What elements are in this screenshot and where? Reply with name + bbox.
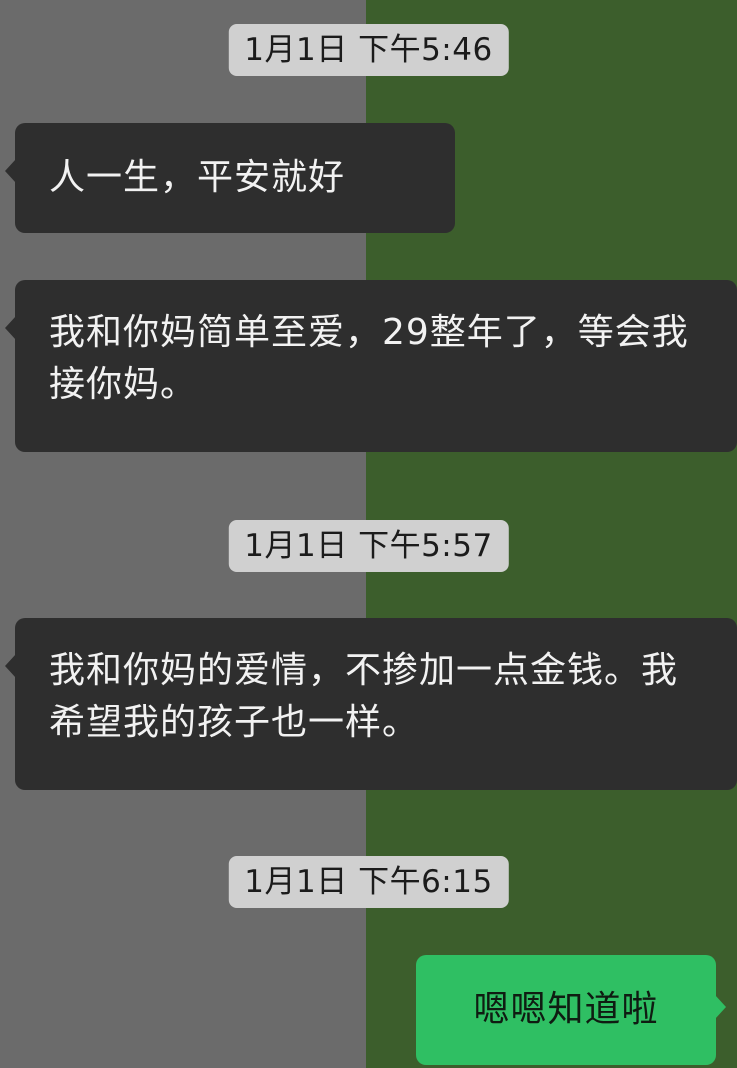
chat-thread[interactable]: 1月1日 下午5:46 人一生，平安就好 我和你妈简单至爱，29整年了，等会我接… xyxy=(0,0,737,1068)
message-text: 我和你妈简单至爱，29整年了，等会我接你妈。 xyxy=(49,312,689,405)
message-text: 人一生，平安就好 xyxy=(49,157,346,198)
message-timestamp: 1月1日 下午6:15 xyxy=(228,856,509,908)
incoming-message-bubble[interactable]: 我和你妈的爱情，不掺加一点金钱。我希望我的孩子也一样。 xyxy=(5,618,737,790)
message-timestamp: 1月1日 下午5:46 xyxy=(228,24,509,76)
incoming-message-bubble[interactable]: 我和你妈简单至爱，29整年了，等会我接你妈。 xyxy=(5,280,737,452)
incoming-message-bubble[interactable]: 人一生，平安就好 xyxy=(5,123,455,233)
message-text: 嗯嗯知道啦 xyxy=(473,989,659,1030)
message-text: 我和你妈的爱情，不掺加一点金钱。我希望我的孩子也一样。 xyxy=(49,650,679,743)
outgoing-message-bubble[interactable]: 嗯嗯知道啦 xyxy=(416,955,726,1065)
message-timestamp: 1月1日 下午5:57 xyxy=(228,520,509,572)
